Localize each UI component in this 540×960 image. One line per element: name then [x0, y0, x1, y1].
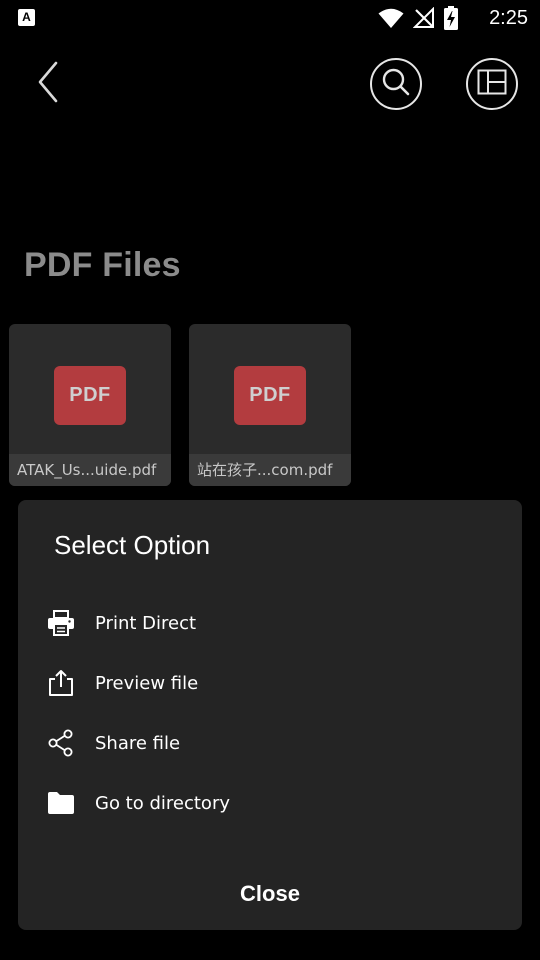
back-button[interactable] — [28, 60, 68, 108]
wifi-icon — [378, 7, 404, 29]
page-title: PDF Files — [24, 246, 181, 284]
option-label: Print Direct — [95, 612, 197, 634]
file-card[interactable]: PDF 站在孩子...com.pdf — [189, 324, 351, 486]
folder-icon — [46, 788, 76, 818]
go-to-directory-option[interactable]: Go to directory — [46, 780, 496, 826]
no-signal-icon — [413, 7, 435, 29]
layout-toggle-button[interactable] — [466, 58, 518, 110]
file-name: 站在孩子...com.pdf — [189, 454, 351, 486]
print-direct-option[interactable]: Print Direct — [46, 600, 496, 646]
share-file-option[interactable]: Share file — [46, 720, 496, 766]
share-icon — [46, 728, 76, 758]
status-icons — [378, 6, 458, 30]
close-button[interactable]: Close — [168, 872, 372, 916]
option-label: Go to directory — [95, 792, 230, 814]
file-name: ATAK_Us...uide.pdf — [9, 454, 171, 486]
notification-app-icon: A — [18, 9, 35, 26]
option-label: Preview file — [95, 672, 199, 694]
upload-icon — [46, 668, 76, 698]
pdf-file-icon: PDF — [54, 366, 126, 425]
option-label: Share file — [95, 732, 181, 754]
layout-icon — [477, 69, 507, 99]
preview-file-option[interactable]: Preview file — [46, 660, 496, 706]
search-icon — [381, 67, 411, 101]
select-option-dialog: Select Option Print Direct Preview file — [18, 500, 522, 930]
search-button[interactable] — [370, 58, 422, 110]
chevron-left-icon — [36, 60, 60, 108]
status-time: 2:25 — [489, 7, 528, 29]
file-card[interactable]: PDF ATAK_Us...uide.pdf — [9, 324, 171, 486]
dialog-title: Select Option — [54, 530, 211, 560]
pdf-file-icon: PDF — [234, 366, 306, 425]
printer-icon — [46, 608, 76, 638]
battery-charging-icon — [444, 6, 458, 30]
status-bar: A 2:25 — [0, 0, 540, 36]
